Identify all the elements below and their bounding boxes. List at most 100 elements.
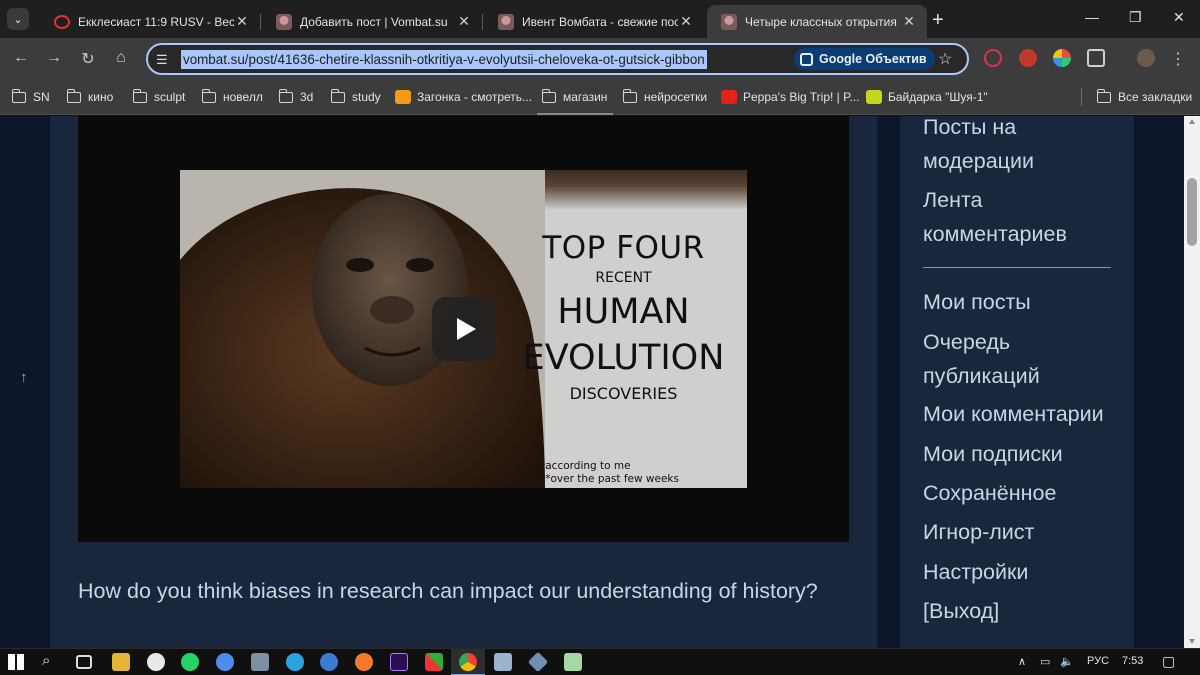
tab-separator (260, 14, 261, 30)
tab-add-post[interactable]: Добавить пост | Vombat.su ✕ (262, 5, 482, 38)
search-icon[interactable]: ⌕ (42, 652, 50, 669)
page-scrollbar[interactable] (1184, 116, 1200, 648)
menu-logout[interactable]: [Выход] (923, 594, 1128, 628)
reload-icon[interactable]: ↻ (78, 49, 98, 69)
notifications-icon[interactable]: ▢ (1162, 653, 1175, 670)
window-close-button[interactable]: ✕ (1173, 9, 1185, 26)
tab-event[interactable]: Ивент Вомбата - свежие посты ✕ (484, 5, 704, 38)
close-icon[interactable]: ✕ (456, 13, 472, 30)
menu-publication-queue[interactable]: Очередь публикаций (923, 325, 1128, 393)
scroll-to-top-icon[interactable]: ↑ (20, 369, 28, 386)
tab-title: Екклесиаст 11:9 RUSV - Весели (78, 14, 234, 29)
bookmark-baidarka[interactable]: Байдарка "Шуя-1" (866, 87, 988, 107)
scrollbar-thumb[interactable] (1187, 178, 1197, 246)
bookmark-magazin[interactable]: магазин (542, 87, 607, 107)
bookmark-sculpt[interactable]: sculpt (133, 87, 185, 107)
notepad-icon[interactable] (564, 653, 582, 671)
adblock-extension-icon[interactable] (1019, 49, 1037, 67)
scroll-up-arrow-icon[interactable] (1189, 119, 1195, 124)
bookmarks-separator (1081, 88, 1082, 106)
calculator-icon[interactable] (251, 653, 269, 671)
bookmark-star-icon[interactable]: ☆ (938, 49, 952, 69)
bookmark-sn[interactable]: SN (12, 87, 50, 107)
folder-icon (279, 88, 293, 103)
clock[interactable]: 7:53 (1122, 655, 1143, 667)
bookmark-study[interactable]: study (331, 87, 381, 107)
close-icon[interactable]: ✕ (678, 13, 694, 30)
telegram-icon[interactable] (286, 653, 304, 671)
bookmark-zagonka[interactable]: Загонка - смотреть... (395, 87, 532, 107)
volume-icon[interactable]: 🔈 (1060, 655, 1074, 668)
thumbnail-line: DISCOVERIES (569, 384, 678, 403)
zagonka-icon (395, 90, 411, 104)
blender-icon[interactable] (355, 653, 373, 671)
menu-ignore-list[interactable]: Игнор-лист (923, 515, 1128, 549)
scroll-down-arrow-icon[interactable] (1189, 639, 1195, 644)
restore-button[interactable]: ❐ (1129, 9, 1142, 26)
back-arrow-icon[interactable]: ← (11, 49, 31, 67)
bookmark-label: кино (88, 90, 114, 104)
yandex-browser-icon[interactable] (147, 653, 165, 671)
menu-saved[interactable]: Сохранённое (923, 476, 1128, 510)
bookmark-kino[interactable]: кино (67, 87, 113, 107)
thumbnail-line: TOP FOUR (542, 230, 705, 266)
network-app-icon[interactable] (527, 651, 549, 673)
whatsapp-icon[interactable] (181, 653, 199, 671)
show-hidden-icons-icon[interactable]: ∧ (1018, 655, 1026, 668)
after-effects-icon[interactable] (390, 653, 408, 671)
menu-moderation-posts[interactable]: Посты на модерации (923, 116, 1128, 178)
all-bookmarks[interactable]: Все закладки (1097, 87, 1192, 107)
color-extension-icon[interactable] (1053, 49, 1071, 67)
browser-toolbar: ← → ↻ ⌂ ☰ vombat.su/post/41636-chetire-k… (0, 38, 1200, 80)
steam-icon[interactable] (320, 653, 338, 671)
footnote: *according to me (540, 460, 631, 472)
menu-my-comments[interactable]: Мои комментарии (923, 397, 1128, 431)
menu-my-subscriptions[interactable]: Мои подписки (923, 437, 1128, 471)
folder-icon (202, 88, 216, 103)
play-button[interactable] (432, 297, 496, 361)
bookmark-peppa[interactable]: Peppa's Big Trip! | P... (721, 87, 860, 107)
video-player[interactable]: TOP FOUR RECENT HUMAN EVOLUTION DISCOVER… (78, 116, 849, 542)
address-bar[interactable]: ☰ vombat.su/post/41636-chetire-klassnih-… (146, 43, 969, 75)
forward-arrow-icon[interactable]: → (44, 49, 64, 67)
lens-label: Google Объектив (819, 52, 927, 66)
chrome-icon[interactable] (459, 653, 477, 671)
bookmark-neiroset[interactable]: нейросетки (623, 87, 707, 107)
remote-desktop-icon[interactable] (494, 653, 512, 671)
close-icon[interactable]: ✕ (234, 13, 250, 30)
kebab-menu-icon[interactable]: ⋮ (1168, 49, 1188, 69)
google-lens-button[interactable]: Google Объектив (794, 48, 935, 70)
url-text[interactable]: vombat.su/post/41636-chetire-klassnih-ot… (181, 50, 707, 69)
menu-settings[interactable]: Настройки (923, 555, 1128, 589)
browser-app-icon[interactable] (216, 653, 234, 671)
folder-icon (133, 88, 147, 103)
tab-ecclesiastes[interactable]: Екклесиаст 11:9 RUSV - Весели ✕ (40, 5, 260, 38)
new-tab-button[interactable]: + (932, 9, 944, 32)
wombat-icon (498, 13, 514, 30)
extensions-puzzle-icon[interactable] (1087, 49, 1105, 67)
home-icon[interactable]: ⌂ (111, 49, 131, 67)
post-body-text: How do you think biases in research can … (78, 579, 818, 603)
file-explorer-icon[interactable] (112, 653, 130, 671)
close-icon[interactable]: ✕ (901, 13, 917, 30)
windows-taskbar: ⌕ ∧ ▭ 🔈 РУС 7:53 ▢ (0, 648, 1200, 675)
language-indicator[interactable]: РУС (1087, 655, 1109, 667)
profile-avatar[interactable] (1137, 49, 1155, 67)
bookmark-novell[interactable]: новелл (202, 87, 263, 107)
tab-current-post[interactable]: Четыре классных открытия в э ✕ (707, 5, 927, 38)
bookmark-3d[interactable]: 3d (279, 87, 313, 107)
thumbnail-title: TOP FOUR RECENT HUMAN EVOLUTION DISCOVER… (500, 170, 747, 488)
tab-search-button[interactable]: ⌄ (7, 8, 29, 30)
minimize-button[interactable]: — (1085, 9, 1099, 25)
windows-start-icon[interactable] (8, 654, 24, 670)
folder-icon (12, 88, 26, 103)
record-extension-icon[interactable] (984, 49, 1002, 67)
site-settings-icon[interactable]: ☰ (156, 52, 168, 68)
menu-comments-feed[interactable]: Лента комментариев (923, 183, 1128, 251)
thumbnail-line: RECENT (595, 270, 652, 286)
task-view-icon[interactable] (76, 655, 92, 669)
wombat-icon (721, 13, 737, 30)
menu-my-posts[interactable]: Мои посты (923, 285, 1128, 319)
app-icon[interactable] (425, 653, 443, 671)
network-icon[interactable]: ▭ (1040, 655, 1050, 668)
